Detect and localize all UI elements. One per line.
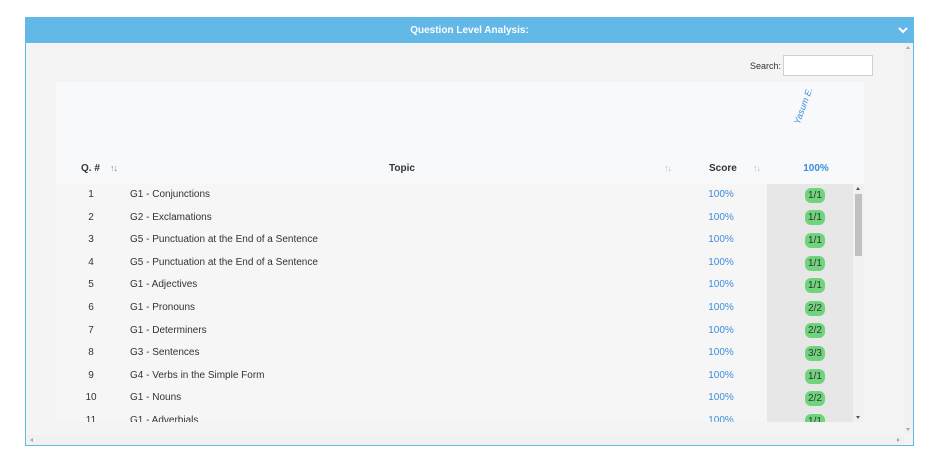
table-row[interactable]: 4 G5 - Punctuation at the End of a Senten…: [56, 251, 767, 275]
scroll-up-icon[interactable]: [856, 187, 860, 190]
topic-name: G5 - Punctuation at the End of a Sentenc…: [130, 256, 318, 268]
topic-name: G2 - Exclamations: [130, 211, 212, 223]
mark-badge: 1/1: [805, 255, 825, 271]
mark-badge: 1/1: [805, 368, 825, 384]
question-number: 9: [88, 369, 94, 381]
analysis-table: Q. # ↑↓ Topic ↑↓ Score ↑↓ Yasum E. 100% …: [56, 82, 864, 422]
mark-badge: 2/2: [805, 391, 825, 407]
table-row[interactable]: 11 G1 - Adverbials 100%: [56, 410, 767, 422]
mark-badge: 3/3: [805, 346, 825, 361]
score-value: 100%: [708, 189, 734, 200]
score-value: 100%: [708, 302, 734, 313]
table-row[interactable]: 5 G1 - Adjectives 100%: [56, 274, 767, 297]
scroll-down-icon[interactable]: [856, 416, 860, 419]
score-value: 100%: [708, 279, 734, 291]
score-value: 100%: [708, 234, 734, 246]
table-row[interactable]: 6 G1 - Pronouns 100%: [56, 297, 767, 320]
sort-icon[interactable]: ↑↓: [664, 163, 672, 173]
sort-icon[interactable]: ↑↓: [110, 163, 118, 173]
panel-vertical-scrollbar[interactable]: [904, 43, 913, 434]
score-value: 100%: [708, 324, 734, 336]
column-header-score[interactable]: Score: [709, 163, 737, 174]
question-level-analysis-panel: Question Level Analysis: Search: Q. # ↑↓…: [25, 17, 914, 446]
score-value: 100%: [708, 211, 734, 223]
question-number: 4: [88, 256, 94, 268]
table-row[interactable]: 2 G2 - Exclamations 100%: [56, 206, 767, 230]
search-input[interactable]: [783, 55, 873, 76]
mark-badge: 1/1: [805, 278, 825, 294]
question-number: 3: [88, 234, 94, 246]
table-row[interactable]: 10 G1 - Nouns 100%: [56, 387, 767, 410]
scroll-up-icon[interactable]: [906, 46, 910, 49]
table-scrollbar[interactable]: [853, 184, 864, 422]
panel-header[interactable]: Question Level Analysis:: [26, 18, 913, 43]
topic-name: G3 - Sentences: [130, 347, 200, 359]
score-value: 100%: [708, 392, 734, 404]
panel-horizontal-scrollbar[interactable]: [26, 435, 904, 445]
table-row[interactable]: 8 G3 - Sentences 100%: [56, 342, 767, 365]
question-number: 11: [85, 415, 97, 422]
mark-badge: 1/1: [805, 210, 825, 226]
topic-name: G4 - Verbs in the Simple Form: [130, 369, 265, 381]
topic-name: G1 - Determiners: [130, 324, 207, 336]
question-number: 8: [88, 347, 94, 359]
column-header-topic[interactable]: Topic: [389, 163, 415, 174]
question-number: 7: [88, 324, 94, 336]
panel-title: Question Level Analysis:: [410, 25, 529, 36]
topic-name: G5 - Punctuation at the End of a Sentenc…: [130, 234, 318, 246]
search-label: Search:: [750, 61, 782, 71]
topic-name: G1 - Pronouns: [130, 302, 196, 313]
question-number: 1: [88, 189, 94, 200]
mark-badge: 2/2: [805, 323, 825, 339]
score-value: 100%: [708, 369, 734, 381]
scroll-down-icon[interactable]: [906, 428, 910, 431]
topic-name: G1 - Nouns: [130, 392, 182, 404]
score-value: 100%: [708, 256, 734, 268]
score-value: 100%: [708, 415, 734, 422]
mark-badge: 1/1: [805, 187, 825, 203]
table-row[interactable]: 1 G1 - Conjunctions 100%: [56, 184, 767, 207]
score-value: 100%: [708, 347, 734, 359]
sort-icon[interactable]: ↑↓: [753, 163, 761, 173]
scroll-left-icon[interactable]: [30, 438, 33, 442]
question-number: 5: [88, 279, 94, 291]
scrollbar-thumb[interactable]: [855, 194, 862, 256]
question-number: 6: [88, 302, 94, 313]
table-row[interactable]: 3 G5 - Punctuation at the End of a Senten…: [56, 229, 767, 252]
topic-name: G1 - Conjunctions: [130, 189, 211, 200]
mark-badge: 2/2: [805, 300, 825, 316]
question-number: 10: [85, 392, 97, 404]
column-header-question-number[interactable]: Q. #: [81, 163, 100, 174]
topic-name: G1 - Adjectives: [130, 279, 198, 291]
topic-name: G1 - Adverbials: [130, 415, 199, 422]
mark-badge: 1/1: [805, 233, 825, 248]
table-header: Q. # ↑↓ Topic ↑↓ Score ↑↓ Yasum E. 100%: [56, 82, 864, 184]
table-row[interactable]: 9 G4 - Verbs in the Simple Form 100%: [56, 364, 767, 388]
student-percent: 100%: [803, 163, 829, 174]
table-body: 1 G1 - Conjunctions 100% 1/1 2 G2 - Exclamati…: [56, 184, 864, 422]
table-row[interactable]: 7 G1 - Determiners 100%: [56, 319, 767, 343]
student-name: Yasum E.: [792, 85, 815, 126]
mark-badge: 1/1: [805, 413, 825, 422]
chevron-down-icon[interactable]: [896, 23, 910, 37]
scroll-right-icon[interactable]: [897, 438, 900, 442]
question-number: 2: [88, 211, 94, 223]
